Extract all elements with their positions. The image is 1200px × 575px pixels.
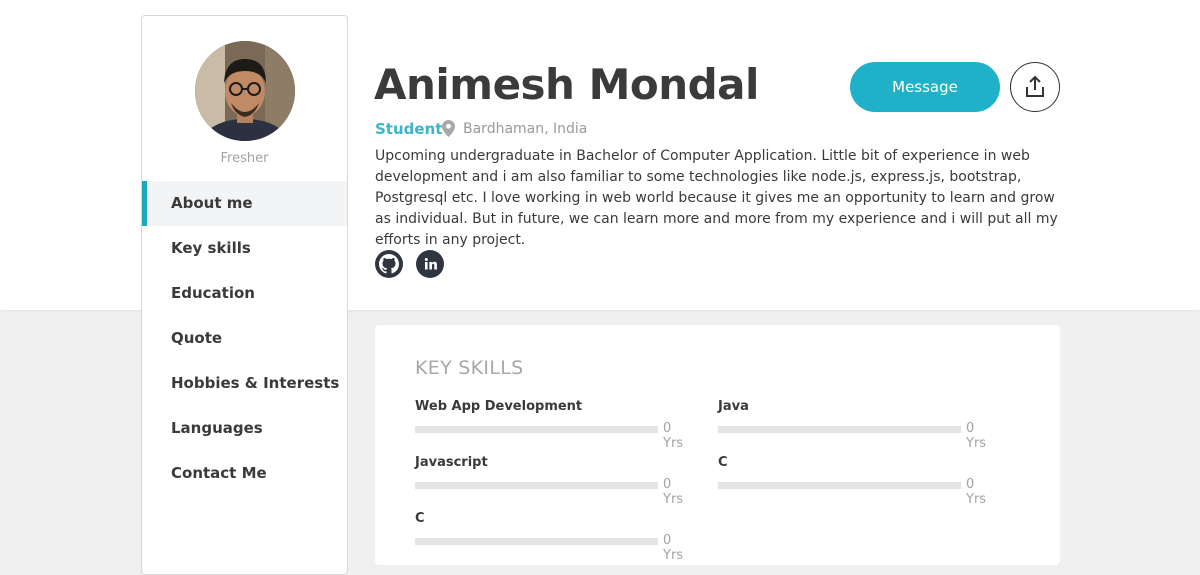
skill-bar — [415, 538, 658, 545]
skill-name: Java — [718, 399, 749, 414]
sidebar-nav: About me Key skills Education Quote Hobb… — [142, 181, 347, 496]
skill-name: C — [718, 455, 728, 470]
share-button[interactable] — [1010, 62, 1060, 112]
sidebar-item-hobbies[interactable]: Hobbies & Interests — [142, 361, 347, 406]
skill-years: 0 Yrs — [663, 421, 684, 451]
sidebar-item-education[interactable]: Education — [142, 271, 347, 316]
skill-years: 0 Yrs — [663, 533, 684, 563]
profile-role: Student — [375, 120, 443, 138]
profile-bio: Upcoming undergraduate in Bachelor of Co… — [375, 148, 1058, 248]
key-skills-card: KEY SKILLS Web App Development 0 Yrs Jav… — [375, 325, 1060, 565]
skill-name: C — [415, 511, 425, 526]
skill-item: Java 0 Yrs — [718, 399, 998, 451]
skill-bar — [718, 482, 961, 489]
skill-bar — [718, 426, 961, 433]
skill-bar — [415, 426, 658, 433]
skill-item: C 0 Yrs — [415, 511, 695, 563]
message-button[interactable]: Message — [850, 62, 1000, 112]
skill-item: Web App Development 0 Yrs — [415, 399, 695, 451]
share-icon — [1026, 75, 1044, 97]
sidebar-item-quote[interactable]: Quote — [142, 316, 347, 361]
skill-years: 0 Yrs — [663, 477, 684, 507]
skill-item: Javascript 0 Yrs — [415, 455, 695, 507]
sidebar-item-contact[interactable]: Contact Me — [142, 451, 347, 496]
sidebar-item-languages[interactable]: Languages — [142, 406, 347, 451]
location-pin-icon — [442, 120, 455, 141]
sidebar-item-about-me[interactable]: About me — [142, 181, 347, 226]
skill-bar — [415, 482, 658, 489]
key-skills-title: KEY SKILLS — [415, 357, 524, 379]
skill-years: 0 Yrs — [966, 477, 987, 507]
skill-item: C 0 Yrs — [718, 455, 998, 507]
profile-name: Animesh Mondal — [374, 60, 759, 109]
linkedin-icon[interactable] — [416, 250, 444, 278]
skill-name: Web App Development — [415, 399, 583, 414]
skill-years: 0 Yrs — [966, 421, 987, 451]
profile-location: Bardhaman, India — [463, 121, 588, 137]
skill-name: Javascript — [415, 455, 488, 470]
github-icon[interactable] — [375, 250, 403, 278]
profile-status: Fresher — [220, 151, 269, 166]
sidebar-item-key-skills[interactable]: Key skills — [142, 226, 347, 271]
avatar — [195, 41, 295, 141]
sidebar: Fresher About me Key skills Education Qu… — [141, 15, 348, 575]
